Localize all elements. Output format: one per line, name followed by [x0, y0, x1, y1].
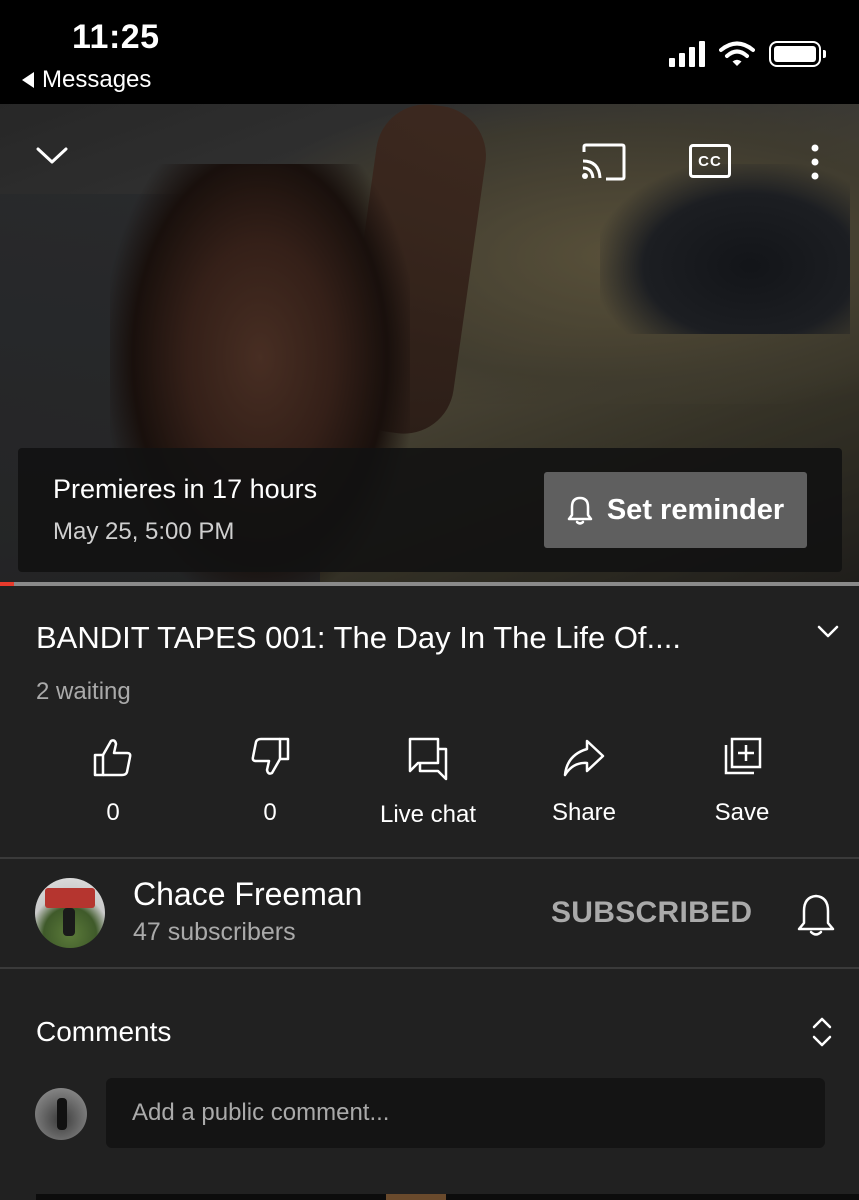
- share-button[interactable]: Share: [509, 735, 659, 827]
- video-title: BANDIT TAPES 001: The Day In The Life Of…: [36, 620, 681, 655]
- divider: [0, 967, 859, 969]
- battery-icon: [769, 41, 826, 67]
- bell-icon: [567, 496, 593, 525]
- thumbs-up-icon: [93, 739, 132, 777]
- dislike-button[interactable]: 0: [195, 735, 345, 827]
- like-button[interactable]: 0: [38, 735, 188, 827]
- status-bar: 11:25 Messages: [0, 0, 859, 104]
- wifi-icon: [719, 41, 755, 66]
- set-reminder-button[interactable]: Set reminder: [544, 472, 807, 548]
- back-to-app-link[interactable]: Messages: [22, 66, 151, 94]
- share-label: Share: [551, 799, 617, 826]
- save-button[interactable]: Save: [667, 735, 817, 827]
- back-app-label: Messages: [42, 66, 152, 93]
- share-arrow-icon: [563, 739, 605, 777]
- notification-bell-icon[interactable]: [796, 893, 836, 937]
- cast-icon[interactable]: [580, 142, 628, 182]
- premiere-date: May 25, 5:00 PM: [53, 518, 235, 545]
- subscriber-count: 47 subscribers: [133, 918, 296, 946]
- set-reminder-label: Set reminder: [606, 493, 785, 526]
- divider: [0, 857, 859, 859]
- premiere-overlay: Premieres in 17 hours May 25, 5:00 PM Se…: [18, 448, 842, 572]
- expand-description-chevron-icon[interactable]: [816, 624, 840, 640]
- live-chat-button[interactable]: Live chat: [353, 735, 503, 829]
- back-arrow-icon: [22, 72, 34, 88]
- comment-input[interactable]: [106, 1078, 825, 1148]
- comments-heading[interactable]: Comments: [36, 1016, 171, 1048]
- expand-collapse-icon[interactable]: [810, 1016, 834, 1048]
- video-title-row[interactable]: BANDIT TAPES 001: The Day In The Life Of…: [0, 586, 859, 656]
- premiere-countdown: Premieres in 17 hours: [53, 474, 318, 504]
- channel-name[interactable]: Chace Freeman: [133, 876, 362, 913]
- captions-icon[interactable]: CC: [689, 144, 731, 178]
- next-video-thumbnail-edge[interactable]: [36, 1194, 859, 1200]
- cellular-signal-icon: [669, 41, 705, 67]
- live-chat-label: Live chat: [379, 801, 477, 828]
- save-label: Save: [714, 799, 770, 826]
- thumbs-down-icon: [251, 737, 290, 775]
- clock: 11:25: [72, 18, 160, 56]
- status-icons: [669, 40, 826, 68]
- minimize-chevron-icon[interactable]: [36, 146, 68, 166]
- video-player[interactable]: CC Premieres in 17 hours May 25, 5:00 PM…: [0, 104, 859, 586]
- channel-avatar[interactable]: [35, 878, 105, 948]
- more-options-icon[interactable]: [808, 142, 822, 182]
- waiting-count: 2 waiting: [36, 678, 131, 705]
- action-bar: 0 0 Live chat Share Save: [0, 735, 859, 835]
- user-avatar: [35, 1088, 87, 1140]
- subscribed-button[interactable]: SUBSCRIBED: [551, 896, 752, 930]
- dislike-count: 0: [263, 799, 277, 826]
- chat-icon: [408, 737, 448, 781]
- like-count: 0: [106, 799, 120, 826]
- save-to-playlist-icon: [724, 737, 762, 775]
